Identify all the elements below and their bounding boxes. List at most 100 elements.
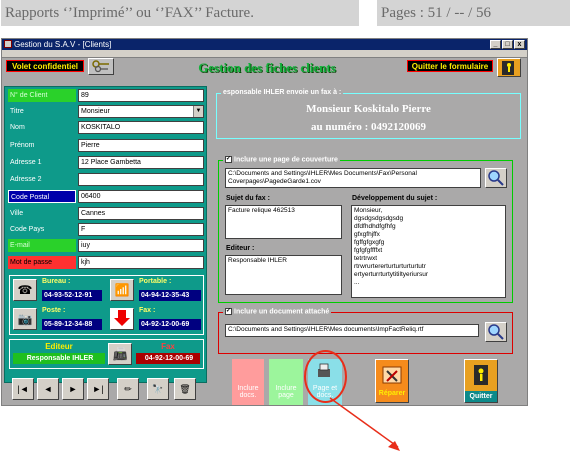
confidential-button[interactable]: Volet confidentiel <box>6 60 84 72</box>
cover-page-caption[interactable]: ✓ Inclure une page de couverture <box>223 156 340 164</box>
city-field[interactable]: Cannes <box>78 207 204 220</box>
phone-button[interactable]: ☎ <box>13 279 37 301</box>
development-line: tetrtrwxt <box>354 255 378 262</box>
development-line: rtrwrurtererturturturturtutr <box>354 263 426 270</box>
highlight-circle <box>304 350 347 403</box>
cover-page-path-field[interactable]: C:\Documents and Settings\IHLER\Mes Docu… <box>225 168 481 188</box>
office-phone-label: Bureau : <box>42 278 71 285</box>
development-line: ... <box>354 279 360 286</box>
development-field[interactable]: Monsieur, dgsdgsdgsdgsdg dfdfhdhdfgfhfg … <box>351 205 506 298</box>
window-controls: _ □ x <box>490 40 525 49</box>
recipient-number: au numéro : 0492120069 <box>311 121 426 133</box>
maximize-button[interactable]: □ <box>502 40 513 49</box>
fax-recipient-panel: esponsable IHLER envoie un fax à : Monsi… <box>216 89 521 139</box>
development-line: Monsieur, <box>354 207 383 214</box>
address2-field[interactable] <box>78 173 204 186</box>
first-record-button[interactable]: |◄ <box>12 378 34 400</box>
document-header-left: Rapports ‘’Imprimé’’ ou ‘’FAX’’ Facture. <box>1 0 359 26</box>
pencil-icon: ✏ <box>124 384 132 394</box>
client-number-field[interactable]: 89 <box>78 89 204 102</box>
include-docs-label: Inclure docs. <box>237 385 259 399</box>
editor-field[interactable]: Responsable IHLER <box>225 255 342 295</box>
title-label: Titre <box>10 108 24 115</box>
search-record-button[interactable]: 🔭 <box>147 378 169 400</box>
client-number-label: N° de Client <box>8 89 76 102</box>
sender-box: Editeur Responsable IHLER 📠 Fax 04-92-12… <box>9 339 204 369</box>
attachment-panel: ✓ Inclure un document attaché C:\Document… <box>218 308 513 354</box>
country-code-field[interactable]: F <box>78 223 204 236</box>
address1-label: Adresse 1 <box>10 159 42 166</box>
mobile-phone-icon: 📶 <box>114 283 130 297</box>
address2-label: Adresse 2 <box>10 176 42 183</box>
tools-icon <box>382 366 402 384</box>
attachment-browse-button[interactable] <box>485 322 507 342</box>
subject-field[interactable]: Facture relique 462513 <box>225 205 342 239</box>
attachment-caption-text: Inclure un document attaché <box>234 308 330 316</box>
mobile-button[interactable]: 📶 <box>110 279 134 301</box>
form-area: Volet confidentiel Gestion des fiches cl… <box>2 58 527 405</box>
edit-button[interactable]: ✏ <box>117 378 139 400</box>
cover-page-checkbox[interactable]: ✓ <box>225 156 232 163</box>
lastname-field[interactable]: KOSKITALO <box>78 121 204 134</box>
cover-page-caption-text: Inclure une page de couverture <box>234 156 338 164</box>
editor-label: Editeur <box>45 342 73 351</box>
postal-code-field[interactable]: 06400 <box>78 190 204 203</box>
fax-send-button[interactable]: 📠 <box>108 343 132 365</box>
attachment-caption[interactable]: ✓ Inclure un document attaché <box>223 308 332 316</box>
editor-value: Responsable IHLER <box>13 353 105 364</box>
keys-button[interactable] <box>88 58 114 75</box>
close-button[interactable]: x <box>514 40 525 49</box>
app-icon <box>4 40 12 48</box>
window-title: Gestion du S.A.V - [Clients] <box>14 40 112 49</box>
previous-record-button[interactable]: ◄ <box>37 378 59 400</box>
development-line: fgfgfgffffxt <box>354 247 383 254</box>
office-phone-value: 04-93-52-12-91 <box>42 290 102 301</box>
page-title: Gestion des fiches clients <box>198 60 336 75</box>
quit-form-label: Quitter le formulaire <box>407 60 493 72</box>
firstname-field[interactable]: Pierre <box>78 139 204 152</box>
email-field[interactable]: iuy <box>78 239 204 252</box>
minimize-button[interactable]: _ <box>490 40 501 49</box>
include-page-button[interactable]: Inclure page <box>269 359 303 405</box>
cover-page-panel: ✓ Inclure une page de couverture C:\Docum… <box>218 156 513 303</box>
camera-icon: 📷 <box>17 312 33 326</box>
password-field[interactable]: kjh <box>78 256 204 269</box>
attachment-path-field[interactable]: C:\Documents and Settings\IHLER\Mes docu… <box>225 324 479 337</box>
trash-icon: 🗑 <box>179 384 191 394</box>
attachment-checkbox[interactable]: ✓ <box>225 308 232 315</box>
title-select[interactable]: Monsieur ▼ <box>78 105 204 118</box>
cover-page-browse-button[interactable] <box>485 168 507 188</box>
repair-label: Réparer <box>378 390 406 397</box>
next-record-button[interactable]: ► <box>62 378 84 400</box>
quit-form-button[interactable] <box>497 58 521 77</box>
repair-button[interactable]: Réparer <box>375 359 409 403</box>
extension-value: 05-89-12-34-88 <box>42 319 102 330</box>
delete-button[interactable]: 🗑 <box>174 378 196 400</box>
sender-fax-value: 04-92-12-00-69 <box>136 353 200 364</box>
firstname-label: Prénom <box>10 142 35 149</box>
menu-bar <box>2 50 527 58</box>
chevron-down-icon[interactable]: ▼ <box>193 106 203 117</box>
development-label: Développement du sujet : <box>352 195 438 202</box>
binoculars-icon: 🔭 <box>152 384 164 394</box>
last-record-button[interactable]: ►| <box>87 378 109 400</box>
phone-icon: ☎ <box>17 283 33 297</box>
postal-code-label: Code Postal <box>8 190 76 203</box>
exit-door-icon <box>474 365 488 385</box>
extension-button[interactable]: 📷 <box>13 308 37 330</box>
address1-field[interactable]: 12 Place Gambetta <box>78 156 204 169</box>
magnifier-icon <box>488 170 504 186</box>
extension-label: Poste : <box>42 307 66 314</box>
fax-phone-value: 04-92-12-00-69 <box>139 319 201 330</box>
include-docs-button[interactable]: Inclure docs. <box>232 359 264 405</box>
fax-button[interactable] <box>110 308 134 330</box>
window-titlebar: Gestion du S.A.V - [Clients] _ □ x <box>2 39 527 50</box>
quit-button[interactable]: Quitter <box>464 359 498 403</box>
arrow-down-icon <box>114 310 130 326</box>
editor-field-label: Editeur : <box>226 245 255 252</box>
magnifier-icon <box>488 324 504 340</box>
subject-label: Sujet du fax : <box>226 195 270 202</box>
development-line: dgsdgsdgsdgsdg <box>354 215 404 222</box>
page: Rapports ‘’Imprimé’’ ou ‘’FAX’’ Facture.… <box>0 0 572 457</box>
password-label: Mot de passe <box>8 256 76 269</box>
